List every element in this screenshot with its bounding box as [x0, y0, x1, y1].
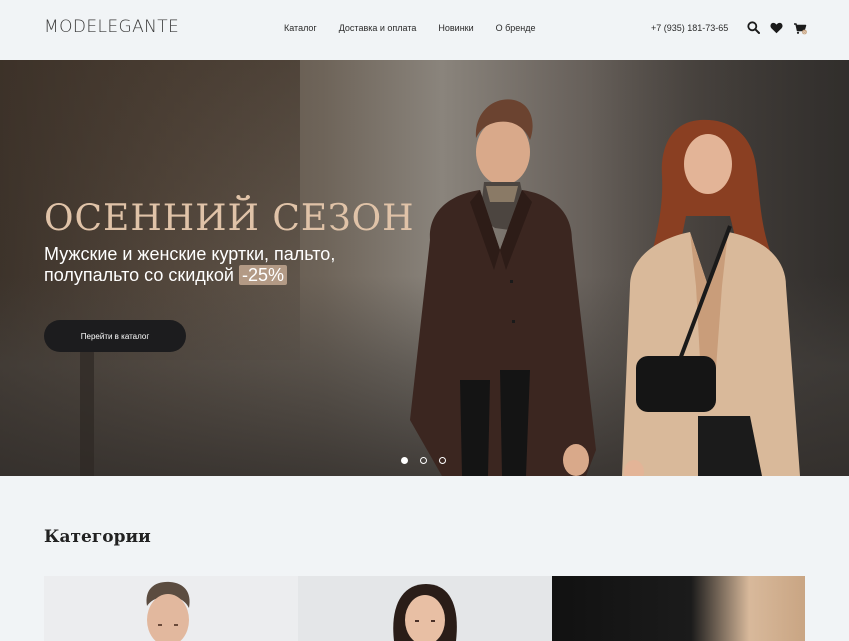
phone-number[interactable]: +7 (935) 181-73-65: [651, 23, 728, 33]
category-image-men: [146, 581, 190, 641]
nav-item-about[interactable]: О бренде: [496, 23, 536, 33]
hero-subtitle: Мужские и женские куртки, пальто, полупа…: [44, 244, 364, 286]
hero-image-woman: [622, 119, 800, 476]
logo[interactable]: MODELEGANTE: [44, 17, 179, 37]
categories-title: Категории: [44, 527, 151, 547]
slider-dot-2[interactable]: [420, 457, 427, 464]
slider-dot-3[interactable]: [439, 457, 446, 464]
slider-dots: [401, 457, 446, 464]
main-nav: Каталог Доставка и оплата Новинки О брен…: [284, 23, 536, 33]
nav-item-delivery[interactable]: Доставка и оплата: [339, 23, 417, 33]
catalog-button[interactable]: Перейти в каталог: [44, 320, 186, 352]
category-card-outerwear[interactable]: [552, 576, 805, 641]
hero-subtitle-text: Мужские и женские куртки, пальто, полупа…: [44, 244, 336, 285]
hero-image-man: [410, 99, 596, 476]
header: MODELEGANTE Каталог Доставка и оплата Но…: [0, 0, 849, 60]
category-card-women[interactable]: [298, 576, 552, 641]
category-image-women: [393, 584, 457, 641]
categories-grid: [44, 576, 805, 641]
cart-count: 0: [803, 30, 805, 34]
search-icon[interactable]: [746, 20, 761, 35]
slider-dot-1[interactable]: [401, 457, 408, 464]
nav-item-catalog[interactable]: Каталог: [284, 23, 317, 33]
hero-banner: ОСЕННИЙ СЕЗОН Мужские и женские куртки, …: [0, 60, 849, 476]
cart-icon[interactable]: 0: [792, 20, 807, 35]
discount-badge: -25%: [238, 265, 287, 285]
category-card-men[interactable]: [44, 576, 298, 641]
nav-item-new[interactable]: Новинки: [438, 23, 473, 33]
hero-background-pole: [80, 350, 94, 476]
hero-title: ОСЕННИЙ СЕЗОН: [44, 198, 415, 239]
header-icons: 0: [746, 20, 807, 35]
heart-icon[interactable]: [769, 20, 784, 35]
